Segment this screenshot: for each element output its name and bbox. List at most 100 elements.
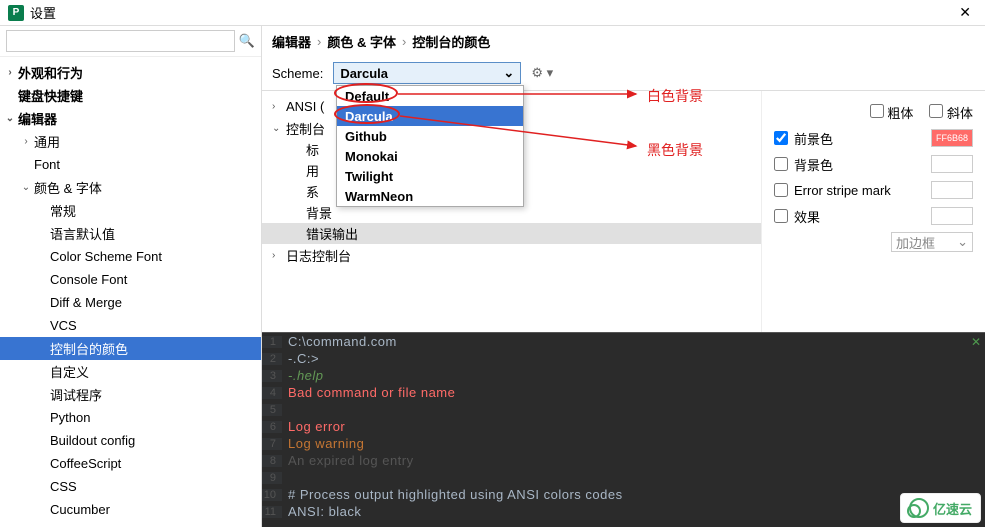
watermark: 亿速云 [900, 493, 981, 523]
settings-tree: ›外观和行为键盘快捷键⌄编辑器›通用Font⌄颜色 & 字体常规语言默认值Col… [0, 57, 261, 525]
line-number: 1 [262, 336, 282, 348]
line-number: 7 [262, 438, 282, 450]
close-icon[interactable]: ✕ [953, 2, 977, 23]
foreground-swatch[interactable]: FF6B68 [931, 129, 973, 147]
console-preview: ✕ 1C:\command.com2-.C:>3-.help4Bad comma… [262, 332, 985, 527]
tree-item[interactable]: Diff & Merge [0, 291, 261, 314]
close-preview-icon[interactable]: ✕ [971, 335, 981, 349]
stripe-swatch[interactable] [931, 181, 973, 199]
background-label: 背景色 [794, 155, 833, 174]
tree-item-label: 键盘快捷键 [18, 86, 83, 105]
tree-item[interactable]: ›外观和行为 [0, 61, 261, 84]
tree-item[interactable]: Cucumber [0, 498, 261, 521]
tree-arrow-icon: › [4, 67, 16, 78]
window-title: 设置 [30, 3, 953, 22]
tree-item-label: 外观和行为 [18, 63, 83, 82]
category-arrow-icon: › [272, 250, 286, 261]
console-text: C:\command.com [282, 334, 397, 349]
console-line: 5 [262, 401, 985, 418]
scheme-option[interactable]: Default [337, 86, 523, 106]
tree-item-label: 通用 [34, 132, 60, 151]
effect-checkbox[interactable] [774, 209, 788, 223]
category-arrow-icon: ⌄ [272, 123, 286, 134]
stripe-label: Error stripe mark [794, 183, 891, 198]
scheme-select[interactable]: Darcula ⌄ [333, 62, 521, 84]
tree-item[interactable]: 控制台的颜色 [0, 337, 261, 360]
category-label: 日志控制台 [286, 246, 351, 265]
tree-item[interactable]: Console Font [0, 268, 261, 291]
tree-item[interactable]: Buildout config [0, 429, 261, 452]
tree-item[interactable]: 调试程序 [0, 383, 261, 406]
background-swatch[interactable] [931, 155, 973, 173]
line-number: 2 [262, 353, 282, 365]
watermark-logo-icon [909, 498, 929, 518]
console-text: An expired log entry [282, 453, 414, 468]
tree-item[interactable]: Font [0, 153, 261, 176]
tree-item-label: 控制台的颜色 [50, 339, 128, 358]
tree-item-label: Python [50, 410, 90, 425]
tree-item-label: Color Scheme Font [50, 249, 162, 264]
tree-item-label: Diff & Merge [50, 295, 122, 310]
background-checkbox[interactable] [774, 157, 788, 171]
tree-arrow-icon: ⌄ [20, 182, 32, 193]
border-style-select[interactable]: 加边框⌄ [891, 232, 973, 252]
scheme-option[interactable]: Monokai [337, 146, 523, 166]
italic-checkbox[interactable]: 斜体 [929, 103, 973, 122]
console-line: 9 [262, 469, 985, 486]
tree-arrow-icon: ⌄ [4, 113, 16, 124]
scheme-option[interactable]: Github [337, 126, 523, 146]
breadcrumb-sep: › [317, 34, 321, 49]
search-bar: 🔍 [0, 26, 261, 57]
tree-item-label: Buildout config [50, 433, 135, 448]
tree-item[interactable]: VCS [0, 314, 261, 337]
bold-checkbox[interactable]: 粗体 [870, 103, 914, 122]
line-number: 4 [262, 387, 282, 399]
effect-swatch[interactable] [931, 207, 973, 225]
category-label: 控制台 [286, 119, 325, 138]
scheme-value: Darcula [340, 66, 388, 81]
gear-icon[interactable]: ⚙ ▾ [531, 65, 553, 81]
foreground-label: 前景色 [794, 129, 833, 148]
category-sub-item[interactable]: 错误输出 [262, 223, 761, 244]
foreground-checkbox[interactable] [774, 131, 788, 145]
scheme-dropdown[interactable]: DefaultDarculaGithubMonokaiTwilightWarmN… [336, 85, 524, 207]
scheme-option[interactable]: Darcula [337, 106, 523, 126]
console-text: -.help [282, 368, 324, 383]
console-line: 3-.help [262, 367, 985, 384]
tree-item[interactable]: ⌄颜色 & 字体 [0, 176, 261, 199]
tree-item[interactable]: Python [0, 406, 261, 429]
tree-item[interactable]: 语言默认值 [0, 222, 261, 245]
line-number: 9 [262, 472, 282, 484]
tree-item[interactable]: ⌄编辑器 [0, 107, 261, 130]
line-number: 8 [262, 455, 282, 467]
console-text: -.C:> [282, 351, 319, 366]
category-arrow-icon: › [272, 101, 286, 112]
search-input[interactable] [6, 30, 235, 52]
search-icon[interactable]: 🔍 [239, 33, 255, 49]
line-number: 10 [262, 489, 282, 501]
titlebar: P 设置 ✕ [0, 0, 985, 26]
stripe-checkbox[interactable] [774, 183, 788, 197]
tree-item-label: Font [34, 157, 60, 172]
tree-item[interactable]: 常规 [0, 199, 261, 222]
console-line: 4Bad command or file name [262, 384, 985, 401]
console-text: Log error [282, 419, 345, 434]
tree-item-label: VCS [50, 318, 77, 333]
console-line: 6Log error [262, 418, 985, 435]
tree-item[interactable]: ›通用 [0, 130, 261, 153]
tree-item-label: 编辑器 [18, 109, 57, 128]
console-line: 2-.C:> [262, 350, 985, 367]
scheme-option[interactable]: WarmNeon [337, 186, 523, 206]
breadcrumb-part[interactable]: 颜色 & 字体 [327, 32, 396, 51]
tree-item-label: CoffeeScript [50, 456, 121, 471]
breadcrumb-part[interactable]: 编辑器 [272, 32, 311, 51]
category-item[interactable]: ›日志控制台 [262, 244, 761, 266]
tree-item[interactable]: CSS [0, 475, 261, 498]
tree-item[interactable]: CoffeeScript [0, 452, 261, 475]
properties-panel: 粗体 斜体 前景色 FF6B68 背景色 Error stripe mark [762, 91, 985, 332]
tree-item[interactable]: 键盘快捷键 [0, 84, 261, 107]
tree-item[interactable]: 自定义 [0, 360, 261, 383]
chevron-down-icon: ⌄ [503, 65, 514, 81]
tree-item[interactable]: Color Scheme Font [0, 245, 261, 268]
scheme-option[interactable]: Twilight [337, 166, 523, 186]
